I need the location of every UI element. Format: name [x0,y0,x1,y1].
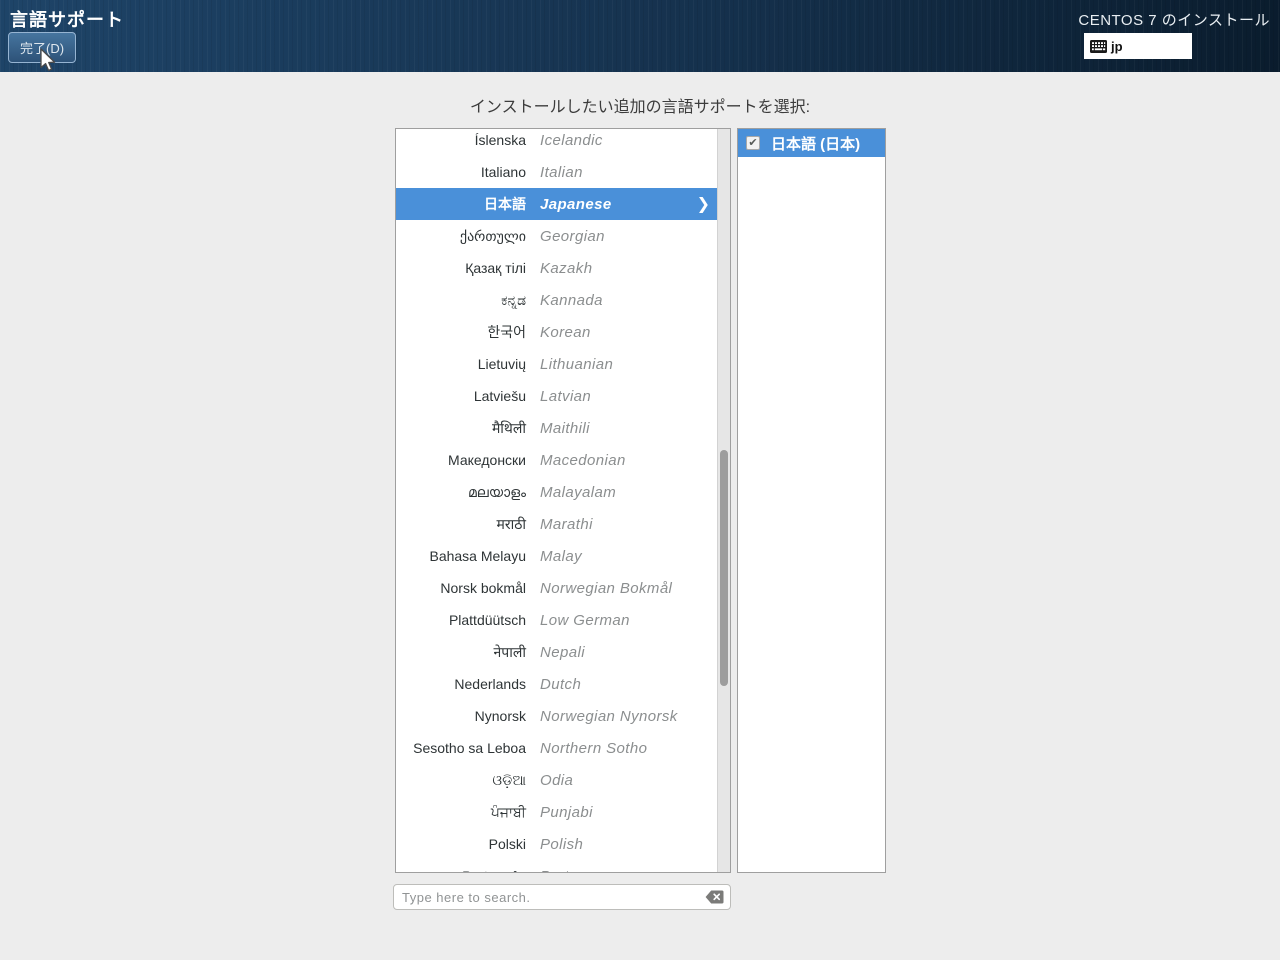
english-name-label: Malayalam [540,484,616,501]
native-name-label: Português [396,868,526,873]
keyboard-layout-indicator[interactable]: jp [1084,33,1192,59]
selected-language-row[interactable]: ✔ 日本語 (日本) [738,129,885,157]
native-name-label: 한국어 [396,322,526,342]
native-name-label: Nederlands [396,676,526,692]
language-row[interactable]: Norsk bokmål Norwegian Bokmål [396,572,717,604]
language-row[interactable]: ಕನ್ನಡ Kannada [396,284,717,316]
instruction-text: インストールしたい追加の言語サポートを選択: [0,93,1280,117]
language-row[interactable]: मराठी Marathi [396,508,717,540]
screen-title: 言語サポート [10,6,124,32]
language-list: Íslenska Icelandic Italiano Italian 日本語 Japan… [395,128,731,873]
english-name-label: Norwegian Bokmål [540,580,672,597]
language-row[interactable]: Қазақ тілі Kazakh [396,252,717,284]
chevron-right-icon: ❯ [697,194,710,214]
language-row[interactable]: Íslenska Icelandic [396,128,717,156]
english-name-label: Norwegian Nynorsk [540,708,678,725]
native-name-label: Nynorsk [396,708,526,724]
done-button[interactable]: 完了(D) [8,32,76,63]
native-name-label: മലയാളം [396,484,526,501]
native-name-label: Lietuvių [396,356,526,372]
native-name-label: ქართული [396,228,526,245]
english-name-label: Low German [540,612,630,629]
search-input[interactable] [393,884,731,910]
language-row[interactable]: Polski Polish [396,828,717,860]
language-row[interactable]: मैथिली Maithili [396,412,717,444]
selected-languages-panel: ✔ 日本語 (日本) [737,128,886,873]
keyboard-icon [1090,40,1107,53]
english-name-label: Malay [540,548,582,565]
clear-search-icon[interactable] [705,890,724,904]
english-name-label: Odia [540,772,573,789]
native-name-label: मैथिली [396,419,526,438]
english-name-label: Italian [540,164,583,181]
language-list-rows: Íslenska Icelandic Italiano Italian 日本語 Japan… [396,128,717,873]
native-name-label: Sesotho sa Leboa [396,740,526,756]
language-row[interactable]: 한국어 Korean [396,316,717,348]
english-name-label: Dutch [540,676,581,693]
english-name-label: Lithuanian [540,356,613,373]
english-name-label: Macedonian [540,452,626,469]
language-row[interactable]: नेपाली Nepali [396,636,717,668]
english-name-label: Marathi [540,516,593,533]
keyboard-layout-label: jp [1111,39,1123,54]
language-row[interactable]: Nederlands Dutch [396,668,717,700]
language-row[interactable]: Македонски Macedonian [396,444,717,476]
english-name-label: Polish [540,836,583,853]
language-row[interactable]: Italiano Italian [396,156,717,188]
language-row[interactable]: Bahasa Melayu Malay [396,540,717,572]
english-name-label: Nepali [540,644,585,661]
english-name-label: Northern Sotho [540,740,647,757]
native-name-label: 日本語 [396,194,526,214]
native-name-label: Plattdüütsch [396,612,526,628]
scrollbar-thumb[interactable] [720,450,728,686]
language-row[interactable]: ქართული Georgian [396,220,717,252]
language-row[interactable]: Latviešu Latvian [396,380,717,412]
language-row[interactable]: Nynorsk Norwegian Nynorsk [396,700,717,732]
native-name-label: ಕನ್ನಡ [396,292,526,309]
selected-language-label: 日本語 (日本) [771,133,860,154]
language-row[interactable]: Sesotho sa Leboa Northern Sotho [396,732,717,764]
english-name-label: Latvian [540,388,591,405]
english-name-label: Kazakh [540,260,592,277]
header-bar: 言語サポート 完了(D) CENTOS 7 のインストール jp [0,0,1280,72]
english-name-label: Korean [540,324,591,341]
search-box [393,884,731,910]
native-name-label: नेपाली [396,643,526,662]
language-row[interactable]: 日本語 Japanese ❯ [396,188,717,220]
english-name-label: Georgian [540,228,605,245]
native-name-label: Norsk bokmål [396,580,526,596]
native-name-label: Bahasa Melayu [396,548,526,564]
language-row[interactable]: Lietuvių Lithuanian [396,348,717,380]
english-name-label: Icelandic [540,132,603,149]
language-row[interactable]: Português Portuguese [396,860,717,873]
native-name-label: Қазақ тілі [396,260,526,276]
language-row[interactable]: ਪੰਜਾਬੀ Punjabi [396,796,717,828]
scrollbar[interactable] [717,129,730,872]
english-name-label: Portuguese [540,868,621,874]
english-name-label: Kannada [540,292,603,309]
native-name-label: Polski [396,836,526,852]
english-name-label: Punjabi [540,804,593,821]
english-name-label: Japanese [540,196,612,213]
native-name-label: Македонски [396,452,526,468]
language-row[interactable]: മലയാളം Malayalam [396,476,717,508]
language-row[interactable]: Plattdüütsch Low German [396,604,717,636]
native-name-label: Italiano [396,164,526,180]
language-row[interactable]: ଓଡ଼ିଆ Odia [396,764,717,796]
native-name-label: Íslenska [396,132,526,148]
native-name-label: Latviešu [396,388,526,404]
native-name-label: ਪੰਜਾਬੀ [396,804,526,821]
english-name-label: Maithili [540,420,590,437]
native-name-label: मराठी [396,515,526,534]
native-name-label: ଓଡ଼ିଆ [396,772,526,789]
checkbox[interactable]: ✔ [746,136,760,150]
product-title: CENTOS 7 のインストール [1078,9,1270,30]
